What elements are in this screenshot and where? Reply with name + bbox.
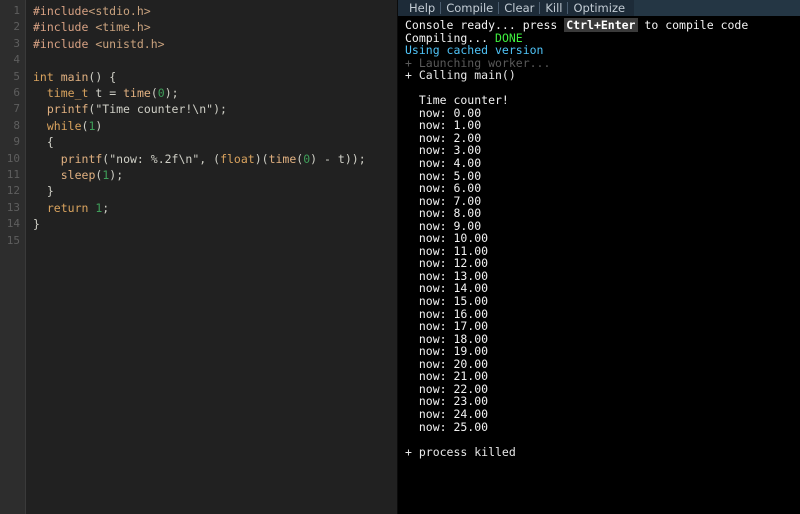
line-number: 14: [6, 217, 20, 231]
program-output-line: now: 4.00: [405, 156, 482, 171]
program-output-line: now: 24.00: [405, 406, 489, 421]
line-number: 10: [6, 151, 20, 165]
code-line: }: [33, 217, 40, 232]
line-number: 4: [13, 53, 20, 67]
line-number: 9: [13, 135, 20, 149]
line-number: 12: [6, 184, 20, 198]
line-number-gutter: 1 2 3 4 5 6 7 8 9 10 11 12 13 14 15: [0, 0, 26, 514]
code-line: sleep(1);: [60, 167, 124, 182]
ide-window: 1 2 3 4 5 6 7 8 9 10 11 12 13 14 15 #inc…: [0, 0, 800, 514]
editor-scroll-region: 1 2 3 4 5 6 7 8 9 10 11 12 13 14 15 #inc…: [0, 0, 397, 514]
console-pane: Help Compile Clear Kill Optimize Console…: [398, 0, 800, 514]
line-number: 5: [13, 69, 20, 83]
optimize-button[interactable]: Optimize: [568, 0, 630, 16]
program-output-line: now: 25.00: [405, 419, 489, 434]
line-number: 2: [13, 20, 20, 34]
line-number: 7: [13, 102, 20, 116]
help-button[interactable]: Help: [404, 0, 440, 16]
kill-button[interactable]: Kill: [540, 0, 567, 16]
console-calling-main-line: + Calling main(): [405, 68, 516, 83]
code-line: #include <time.h>: [33, 20, 151, 35]
line-number: 1: [13, 4, 20, 17]
compile-button[interactable]: Compile: [441, 0, 498, 16]
console-output[interactable]: Console ready... press Ctrl+Enter to com…: [398, 16, 800, 458]
code-text-area[interactable]: #include<stdio.h> #include <time.h> #inclu…: [26, 0, 397, 514]
program-output-line: now: 15.00: [405, 294, 489, 309]
code-line: int main() {: [33, 69, 117, 84]
program-output-line: now: 21.00: [405, 369, 489, 384]
program-output-line: now: 17.00: [405, 319, 489, 334]
code-line: #include <unistd.h>: [33, 36, 165, 51]
program-output-line: now: 19.00: [405, 344, 489, 359]
console-process-killed-line: + process killed: [405, 444, 516, 459]
console-cache-line: Using cached version: [405, 43, 544, 58]
code-line: #include<stdio.h>: [33, 4, 151, 18]
shortcut-badge: Ctrl+Enter: [564, 18, 638, 32]
code-line: {: [46, 135, 54, 150]
line-number: 8: [13, 118, 20, 132]
code-line: return 1;: [46, 200, 110, 215]
code-content: #include<stdio.h> #include <time.h> #inclu…: [33, 3, 397, 249]
line-number: 3: [13, 36, 20, 50]
code-editor-pane[interactable]: 1 2 3 4 5 6 7 8 9 10 11 12 13 14 15 #inc…: [0, 0, 398, 514]
line-number: 15: [6, 233, 20, 247]
console-toolbar: Help Compile Clear Kill Optimize: [398, 0, 800, 16]
console-ready-suffix: to compile code: [637, 18, 749, 32]
program-output-line: now: 8.00: [405, 206, 482, 221]
program-output-header: Time counter!: [405, 93, 509, 108]
line-number: 6: [13, 86, 20, 100]
code-line: printf("now: %.2f\n", (float)(time(0) - …: [60, 151, 366, 166]
program-output-line: now: 10.00: [405, 231, 489, 246]
code-line: }: [46, 184, 54, 199]
line-number: 13: [6, 200, 20, 214]
program-output-line: now: 6.00: [405, 181, 482, 196]
code-line: while(1): [46, 118, 103, 133]
program-output-list: now: 0.00 now: 1.00 now: 2.00 now: 3.00 …: [405, 107, 800, 433]
line-number: 11: [6, 168, 20, 182]
code-line: time_t t = time(0);: [46, 85, 179, 100]
code-line: printf("Time counter!\n");: [46, 102, 227, 117]
toolbar-empty-area: [634, 0, 800, 16]
clear-button[interactable]: Clear: [499, 0, 539, 16]
